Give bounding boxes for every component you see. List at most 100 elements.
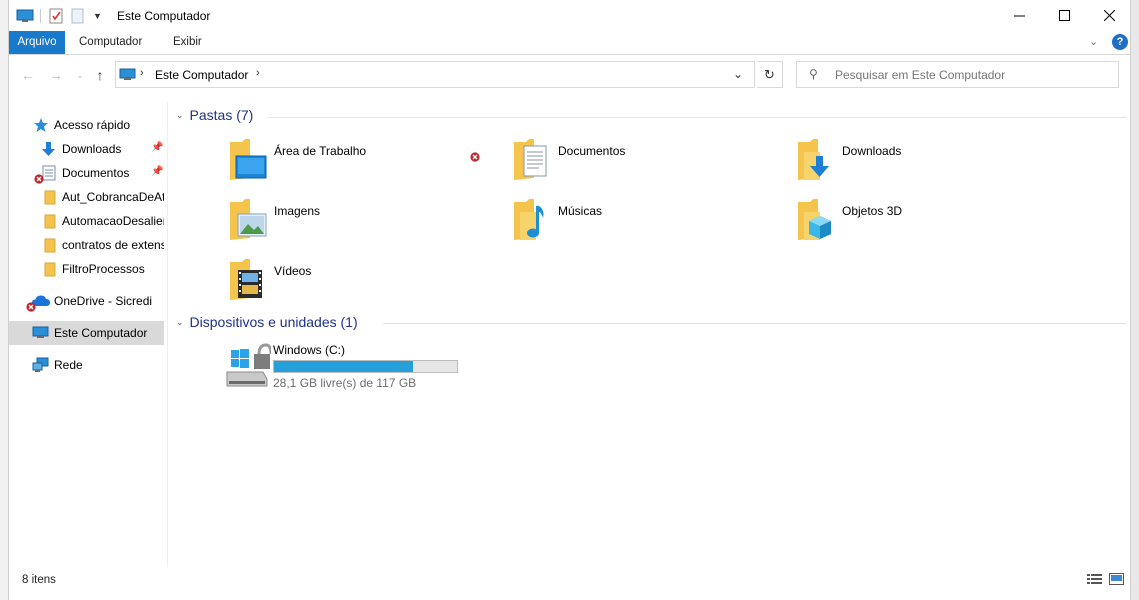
navigation-pane: Acesso rápido Downloads 📌 Documentos 📌 A… xyxy=(9,101,167,561)
sidebar-item-label: Este Computador xyxy=(54,326,148,340)
folder-tile-label: Objetos 3D xyxy=(842,204,903,218)
group-header-pastas[interactable]: ⌄ Pastas (7) xyxy=(176,107,253,123)
group-header-dispositivos[interactable]: ⌄ Dispositivos e unidades (1) xyxy=(176,314,358,330)
computer-icon[interactable] xyxy=(16,9,34,23)
folder-tile-objetos-3d[interactable]: Objetos 3D xyxy=(796,198,996,242)
ribbon: Arquivo Computador Exibir ⌄ ? xyxy=(9,31,1130,55)
drive-free-space: 28,1 GB livre(s) de 117 GB xyxy=(273,376,417,390)
window-title: Este Computador xyxy=(117,9,211,23)
download-arrow-icon xyxy=(41,141,56,160)
desktop-folder-icon xyxy=(228,138,270,185)
main-content: ⌄ Pastas (7) Área de Trabalho Documentos… xyxy=(168,101,1131,567)
back-arrow-icon: ← xyxy=(21,67,35,83)
expand-ribbon-icon[interactable]: ⌄ xyxy=(1089,35,1098,48)
new-folder-icon[interactable] xyxy=(71,8,85,24)
maximize-button[interactable] xyxy=(1041,0,1087,31)
breadcrumb-este-computador[interactable]: Este Computador xyxy=(155,68,248,82)
sidebar-item-aut-cobranca[interactable]: Aut_CobrancaDeAti xyxy=(9,186,164,208)
folder-tile-imagens[interactable]: Imagens xyxy=(228,198,428,242)
error-icon xyxy=(26,301,36,312)
folder-tile-label: Imagens xyxy=(274,204,321,218)
up-arrow-icon: ↑ xyxy=(96,67,104,83)
sidebar-item-downloads[interactable]: Downloads 📌 xyxy=(9,138,164,160)
sidebar-item-label: Downloads xyxy=(62,142,122,156)
sidebar-item-label: FiltroProcessos xyxy=(62,262,145,276)
sidebar-item-acesso-rapido[interactable]: Acesso rápido xyxy=(9,114,164,136)
sidebar-item-label: AutomacaoDesalier xyxy=(62,214,164,228)
folder-tile-documentos[interactable]: Documentos xyxy=(512,138,712,182)
sidebar-item-este-computador[interactable]: Este Computador xyxy=(9,321,164,345)
minimize-button[interactable] xyxy=(996,0,1042,31)
search-icon: ⚲ xyxy=(809,67,818,81)
3d-objects-folder-icon xyxy=(796,198,838,245)
chevron-down-icon: ⌄ xyxy=(176,316,184,327)
document-icon xyxy=(42,165,56,184)
search-input[interactable] xyxy=(835,66,1105,84)
up-button[interactable]: ↑ xyxy=(89,64,111,86)
sidebar-item-label: Acesso rápido xyxy=(54,118,131,132)
videos-folder-icon xyxy=(228,258,270,305)
breadcrumb-separator[interactable]: › xyxy=(256,67,260,79)
folder-icon xyxy=(44,190,56,208)
tab-computador[interactable]: Computador xyxy=(70,31,151,54)
details-view-icon[interactable] xyxy=(1087,574,1102,588)
folder-tile-label: Vídeos xyxy=(274,264,312,278)
folder-tile-area-de-trabalho[interactable]: Área de Trabalho xyxy=(228,138,428,182)
star-icon xyxy=(33,117,49,136)
sidebar-item-documentos[interactable]: Documentos 📌 xyxy=(9,162,164,184)
folder-tile-downloads[interactable]: Downloads xyxy=(796,138,996,182)
large-icons-view-icon[interactable] xyxy=(1109,573,1124,588)
group-divider xyxy=(268,117,1126,118)
music-folder-icon xyxy=(512,198,554,245)
documents-folder-icon xyxy=(512,138,554,185)
forward-arrow-icon: → xyxy=(49,67,63,83)
drive-usage-bar xyxy=(273,360,458,373)
address-dropdown-icon[interactable]: ⌄ xyxy=(733,67,743,81)
recent-locations-button[interactable]: ⌄ xyxy=(69,64,91,86)
file-explorer-window: ▼ Este Computador Arquivo Computador Exi… xyxy=(8,0,1131,600)
refresh-button[interactable]: ↻ xyxy=(757,61,783,88)
folder-icon xyxy=(44,262,56,280)
folder-tile-label: Downloads xyxy=(842,144,902,158)
tab-exibir[interactable]: Exibir xyxy=(164,31,211,54)
network-icon xyxy=(32,357,49,376)
hard-drive-icon xyxy=(223,342,273,393)
navigation-bar: ← → ⌄ ↑ › Este Computador › ⌄ ↻ ⚲ xyxy=(9,56,1130,94)
drive-tile-windows-c[interactable]: Windows (C:) 28,1 GB livre(s) de 117 GB xyxy=(223,342,473,390)
folder-icon xyxy=(44,214,56,232)
forward-button[interactable]: → xyxy=(45,64,67,86)
sidebar-item-label: Rede xyxy=(54,358,83,372)
help-icon[interactable]: ? xyxy=(1112,34,1128,50)
item-count: 8 itens xyxy=(22,574,56,586)
customize-toolbar-icon[interactable]: ▼ xyxy=(93,11,102,21)
error-icon xyxy=(470,151,480,165)
folder-tile-musicas[interactable]: Músicas xyxy=(512,198,712,242)
folder-icon xyxy=(44,238,56,256)
background-right xyxy=(1131,0,1139,600)
pin-icon[interactable]: 📌 xyxy=(151,142,163,153)
sidebar-item-contratos[interactable]: contratos de extens xyxy=(9,234,164,256)
minimize-icon xyxy=(1013,15,1025,17)
computer-icon xyxy=(32,326,49,343)
sidebar-item-automacao[interactable]: AutomacaoDesalier xyxy=(9,210,164,232)
group-header-label: Dispositivos e unidades (1) xyxy=(189,314,358,330)
address-bar[interactable]: › Este Computador › ⌄ xyxy=(115,61,755,88)
close-button[interactable] xyxy=(1086,0,1132,31)
search-box[interactable]: ⚲ xyxy=(796,61,1119,88)
pin-icon[interactable]: 📌 xyxy=(151,166,163,177)
close-icon xyxy=(1103,10,1115,21)
sidebar-item-label: Aut_CobrancaDeAti xyxy=(62,190,164,204)
group-header-label: Pastas (7) xyxy=(189,107,254,123)
sidebar-item-rede[interactable]: Rede xyxy=(9,354,164,376)
background-left xyxy=(0,0,8,600)
sidebar-item-onedrive[interactable]: OneDrive - Sicredi xyxy=(9,290,164,312)
maximize-icon xyxy=(1058,10,1070,21)
back-button[interactable]: ← xyxy=(17,64,39,86)
group-divider xyxy=(383,323,1126,324)
chevron-down-icon: ⌄ xyxy=(76,70,84,80)
breadcrumb-separator: › xyxy=(140,67,144,79)
folder-tile-videos[interactable]: Vídeos xyxy=(228,258,428,302)
sidebar-item-filtro-processos[interactable]: FiltroProcessos xyxy=(9,258,164,280)
tab-arquivo[interactable]: Arquivo xyxy=(9,31,65,54)
properties-icon[interactable] xyxy=(49,8,63,24)
